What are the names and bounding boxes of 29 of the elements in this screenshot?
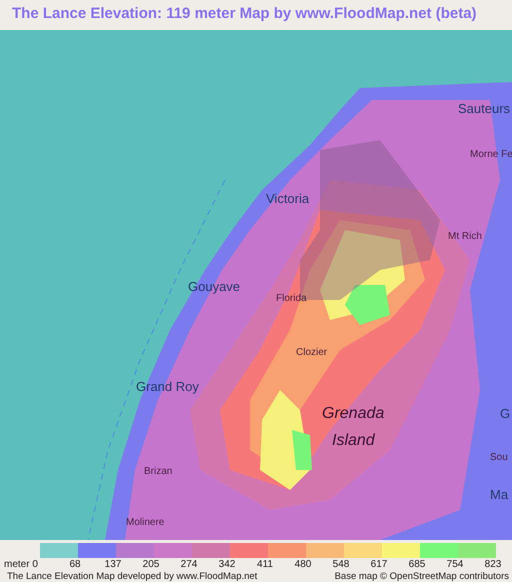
- legend-label: 617: [370, 559, 388, 571]
- legend-label: 342: [218, 559, 236, 571]
- legend-label: meter 0: [3, 559, 39, 571]
- legend-label: 137: [104, 559, 122, 571]
- place-label: Mt Rich: [448, 232, 482, 242]
- legend-label: 68: [68, 559, 82, 571]
- place-label: Island: [332, 433, 375, 449]
- legend-label: 548: [332, 559, 350, 571]
- place-label: Clozier: [296, 348, 328, 358]
- legend-label: 823: [484, 559, 502, 571]
- place-label: Sou: [490, 453, 508, 463]
- legend-label: 754: [446, 559, 464, 571]
- place-label: Molinere: [126, 518, 164, 528]
- place-label: Ma: [490, 488, 508, 501]
- legend-label: 411: [256, 559, 274, 571]
- legend-label: 274: [180, 559, 198, 571]
- place-label: Brizan: [144, 467, 172, 477]
- place-label: Sauteurs: [458, 102, 510, 115]
- place-label: Morne Fe: [470, 150, 512, 160]
- legend-label: 480: [294, 559, 312, 571]
- credit-text: The Lance Elevation Map developed by www.FloodMap.net: [7, 571, 258, 582]
- attribution-text: Base map © OpenStreetMap contributors: [334, 571, 509, 582]
- map-title: The Lance Elevation: 119 meter Map by www.FloodMap.net (beta): [11, 4, 478, 24]
- legend-label: 685: [408, 559, 426, 571]
- place-label: Grenada: [322, 406, 384, 422]
- place-label: Florida: [276, 294, 307, 304]
- place-label: Victoria: [266, 192, 310, 205]
- legend-label: 205: [142, 559, 160, 571]
- place-label: G: [500, 407, 510, 420]
